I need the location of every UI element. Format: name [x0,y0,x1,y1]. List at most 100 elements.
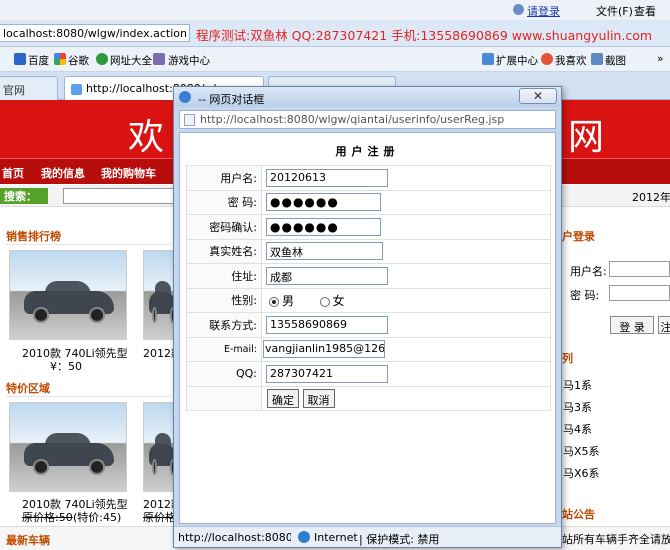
date-text: 2012年( [632,191,670,204]
address-bar: localhost:8080/wlgw/index.action 程序测试:双鱼… [0,20,670,47]
register-button[interactable]: 注 [658,316,670,334]
baidu-icon [14,53,26,65]
address-label: 住址: [186,263,262,289]
form-heading: 用户注册 [335,145,400,158]
page-icon [184,114,195,126]
username-input[interactable] [609,261,670,277]
address-input[interactable]: localhost:8080/wlgw/index.action [0,24,190,42]
nav-my-info[interactable]: 我的信息 [41,165,85,181]
promo-text: 程序测试:双鱼林 QQ:287307421 手机:13558690869 www… [196,28,653,43]
password-input[interactable]: ●●●●●● [266,193,381,212]
email-label: E-mail: [186,336,262,362]
realname-input[interactable]: 双鱼林 [266,242,383,261]
banner-text-left: 欢 [128,117,165,158]
password-label: 密 码: [186,189,262,215]
globe-icon [298,531,310,543]
form-row-email: E-mail: vangjianlin1985@126.com [186,336,551,362]
address-input[interactable]: 成都 [266,266,388,285]
form-row-username: 用户名: 20120613 [186,165,551,191]
login-button[interactable]: 登 录 [610,316,654,334]
series-title: 列 [562,352,573,365]
submit-button[interactable]: 确定 [267,388,299,408]
password-input[interactable] [609,285,670,301]
my-likes[interactable]: 我喜欢 [555,53,587,68]
password-confirm-input[interactable]: ●●●●●● [266,217,381,236]
dialog-titlebar[interactable]: -- 网页对话框 ✕ [174,87,561,107]
registration-dialog: -- 网页对话框 ✕ http://localhost:8080/wlgw/qi… [173,86,562,548]
car-old-price: 原价格:50 [22,511,73,524]
globe-icon [96,53,108,65]
username-label: 用户名: [570,265,607,278]
form-row-password: 密 码: ●●●●●● [186,189,551,215]
phone-input[interactable]: 13558690869 [266,315,388,334]
section-new-title: 最新车辆 [6,534,50,547]
form-row-phone: 联系方式: 13558690869 [186,312,551,338]
fav-google[interactable]: 谷歌 [68,53,89,68]
cancel-button[interactable]: 取消 [302,388,335,408]
form-row-realname: 真实姓名: 双鱼林 [186,238,551,264]
form-row-address: 住址: 成都 [186,263,551,289]
page-icon [71,83,82,95]
series-item[interactable]: 马X6系 [563,465,600,481]
menu-file[interactable]: 文件(F) [596,3,633,19]
gamepad-icon [153,53,165,65]
password-confirm-label: 密码确认: [186,214,262,240]
menu-bar: 请登录 文件(F) 查看(V) [0,0,670,32]
gender-label: 性别: [186,287,262,313]
dialog-content: 用户注册 用户名: 20120613 密 码: ●●●●●● 密码确认: ●●●… [179,132,556,524]
nav-cart[interactable]: 我的购物车 [101,165,156,181]
dialog-status-bar: http://localhost:8080/wlgw Internet | 保护… [174,526,561,547]
more-icon[interactable]: » [657,53,663,65]
realname-label: 真实姓名: [186,238,262,264]
series-item[interactable]: 马X5系 [563,443,600,459]
username-input[interactable]: 20120613 [266,168,388,187]
form-row-buttons: 确定 取消 [186,385,551,411]
ie-icon [179,91,191,103]
nav-home[interactable]: 首页 [2,165,24,181]
car-image[interactable] [9,402,127,492]
tab-official[interactable]: 官网 [0,76,58,100]
login-title: 户登录 [562,230,595,243]
screenshot-icon [591,53,603,65]
notice-title: 站公告 [562,508,595,521]
email-input[interactable]: vangjianlin1985@126.com [263,340,385,359]
search-label: 搜索： [0,188,48,204]
form-row-password-confirm: 密码确认: ●●●●●● [186,214,551,240]
qq-label: QQ: [186,361,262,387]
user-icon [513,4,524,15]
search-input[interactable] [63,188,183,204]
password-label: 密 码: [570,289,600,302]
form-row-qq: QQ: 287307421 [186,361,551,387]
series-item[interactable]: 马4系 [563,421,592,437]
dialog-url-bar: http://localhost:8080/wlgw/qiantai/useri… [179,110,556,129]
fav-baidu[interactable]: 百度 [28,53,49,68]
series-item[interactable]: 马3系 [563,399,592,415]
dialog-title: -- 网页对话框 [198,93,265,106]
heart-icon [541,53,553,65]
form-row-gender: 性别: 男 女 [186,287,551,313]
section-special-title: 特价区域 [6,377,171,397]
register-form: 用户名: 20120613 密 码: ●●●●●● 密码确认: ●●●●●● 真… [186,165,551,411]
extension-icon [482,53,494,65]
google-icon [54,53,66,65]
fav-games[interactable]: 游戏中心 [168,53,210,68]
close-button[interactable]: ✕ [519,88,557,104]
fav-sites[interactable]: 网址大全 [110,53,152,68]
login-link[interactable]: 请登录 [527,3,560,19]
screenshot[interactable]: 截图 [605,53,626,68]
username-label: 用户名: [186,165,262,191]
gender-male-option[interactable]: 男 [269,294,294,308]
series-item[interactable]: 马1系 [563,377,592,393]
car-special-price: (特价:45) [73,511,122,524]
phone-label: 联系方式: [186,312,262,338]
notice-text: 站所有车辆手齐全请放心 [562,533,670,546]
ext-center[interactable]: 扩展中心 [496,53,538,68]
dialog-url: http://localhost:8080/wlgw/qiantai/useri… [200,113,505,126]
favorites-bar: 百度 谷歌 网址大全 游戏中心 扩展中心 我喜欢 截图 » [0,47,670,72]
car-image[interactable] [9,250,127,340]
radio-male[interactable] [269,296,279,307]
qq-input[interactable]: 287307421 [266,364,388,383]
status-url: http://localhost:8080/wlgw [178,531,291,544]
gender-female-option[interactable]: 女 [319,294,345,308]
radio-female[interactable] [319,296,330,307]
